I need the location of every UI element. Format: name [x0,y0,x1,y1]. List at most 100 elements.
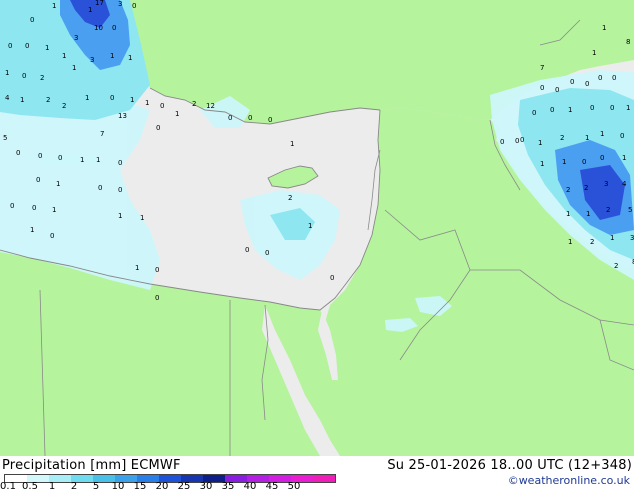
precip-value-label: 0 [620,132,624,140]
precip-value-label: 0 [268,116,272,124]
precip-value-label: 0 [245,246,249,254]
precip-value-label: 1 [586,210,590,218]
precip-value-label: 0 [330,274,334,282]
precip-value-label: 7 [540,64,544,72]
precip-value-label: 10 [94,24,103,32]
precip-value-label: 0 [612,74,616,82]
precip-value-label: 0 [265,249,269,257]
precip-value-label: 0 [248,114,252,122]
precip-value-label: 5 [3,134,7,142]
precip-value-label: 0 [98,184,102,192]
precip-value-label: 1 [135,264,139,272]
precip-value-label: 12 [206,102,215,110]
precip-value-label: 0 [25,42,29,50]
precip-value-label: 0 [118,159,122,167]
precip-value-label: 2 [40,74,44,82]
precip-value-label: 2 [560,134,564,142]
precip-value-label: 0 [112,24,116,32]
precip-value-label: 1 [610,234,614,242]
precip-value-label: 0 [550,106,554,114]
precip-value-label: 1 [96,156,100,164]
precip-value-label: 0 [532,109,536,117]
precip-value-label: 1 [585,134,589,142]
precip-value-label: 0 [515,137,519,145]
precip-value-label: 1 [562,158,566,166]
precip-value-label: 0 [600,154,604,162]
precip-value-label: 17 [95,0,104,7]
precip-value-label: 0 [160,102,164,110]
legend-label: 0.5 [22,481,38,490]
precip-value-label: 0 [30,16,34,24]
precip-value-label: 0 [590,104,594,112]
precip-value-label: 0 [110,94,114,102]
precip-value-label: 0 [598,74,602,82]
precip-value-label: 0 [8,42,12,50]
precip-value-label: 0 [36,176,40,184]
precip-value-label: 2 [288,194,292,202]
precip-value-label: 2 [584,184,588,192]
legend-label: 35 [221,481,235,490]
precip-value-label: 1 [290,140,294,148]
precip-value-label: 1 [568,106,572,114]
precip-value-label: 0 [32,204,36,212]
precip-value-label: 1 [85,94,89,102]
legend-label: 15 [133,481,147,490]
legend-label: 20 [155,481,169,490]
precip-value-label: 0 [585,80,589,88]
map-title: Precipitation [mm] ECMWF [2,458,181,473]
precip-value-label: 1 [566,210,570,218]
legend-label: 1 [48,481,56,490]
precip-value-label: 0 [58,154,62,162]
precip-value-label: 1 [62,52,66,60]
precipitation-map: 01 1031017 3 00 0 11131 0 21 14 1 221 0 1 1 050 0 0 1 1 00 1… [0,0,634,456]
precip-value-label: 0 [500,138,504,146]
legend-labels: 0.1 0.5 1 2 5 10 15 20 25 30 35 40 45 50 [0,481,330,490]
precip-value-label: 1 [602,24,606,32]
precip-value-label: 1 [140,214,144,222]
credit-link[interactable]: ©weatheronline.co.uk [508,474,630,487]
precip-value-label: 0 [38,152,42,160]
precip-value-label: 0 [540,84,544,92]
legend-label: 0.1 [0,481,16,490]
precip-value-label: 2 [192,100,196,108]
precip-value-label: 0 [570,78,574,86]
precip-value-label: 1 [626,104,630,112]
precip-value-label: 1 [622,154,626,162]
legend-label: 45 [265,481,279,490]
precip-value-label: 1 [145,99,149,107]
precip-value-label: 3 [630,234,634,242]
precip-value-label: 1 [56,180,60,188]
precip-value-label: 1 [110,52,114,60]
precip-value-label: 5 [628,206,632,214]
legend-label: 25 [177,481,191,490]
precip-value-label: 2 [46,96,50,104]
map-root: 0 1 1 0 3 10 17 3 0 0 0 1 1 1 3 1 0 2 1 1 4 1 2 2 1 0 1 1 0 5 0 0 0 1 1 0 0 1… [0,0,634,490]
precip-value-label: 3 [604,180,608,188]
precip-value-label: 1 [175,110,179,118]
precip-value-label: 1 [600,130,604,138]
precip-value-label: 0 [610,104,614,112]
precip-value-label: 0 [155,266,159,274]
precip-value-label: 1 [80,156,84,164]
legend-label: 50 [287,481,301,490]
precip-value-label: 1 [52,2,56,10]
precip-value-label: 0 [10,202,14,210]
precip-value-label: 0 [155,294,159,302]
precip-value-label: 0 [582,158,586,166]
precip-value-label: 1 [5,69,9,77]
precip-value-label: 0 [228,114,232,122]
precip-value-label: 3 [74,34,78,42]
precip-value-label: 13 [118,112,127,120]
precip-value-label: 2 [566,186,570,194]
precip-value-label: 0 [555,86,559,94]
legend-label: 10 [111,481,125,490]
precip-value-label: 2 [606,206,610,214]
precip-value-label: 2 [62,102,66,110]
precip-value-label: 2 [590,238,594,246]
legend-label: 40 [243,481,257,490]
precip-value-label: 0 [132,2,136,10]
precip-value-label: 2 [614,262,618,270]
precip-value-label: 1 [592,49,596,57]
precip-value-label: 0 [22,72,26,80]
precip-value-label: 0 [156,124,160,132]
